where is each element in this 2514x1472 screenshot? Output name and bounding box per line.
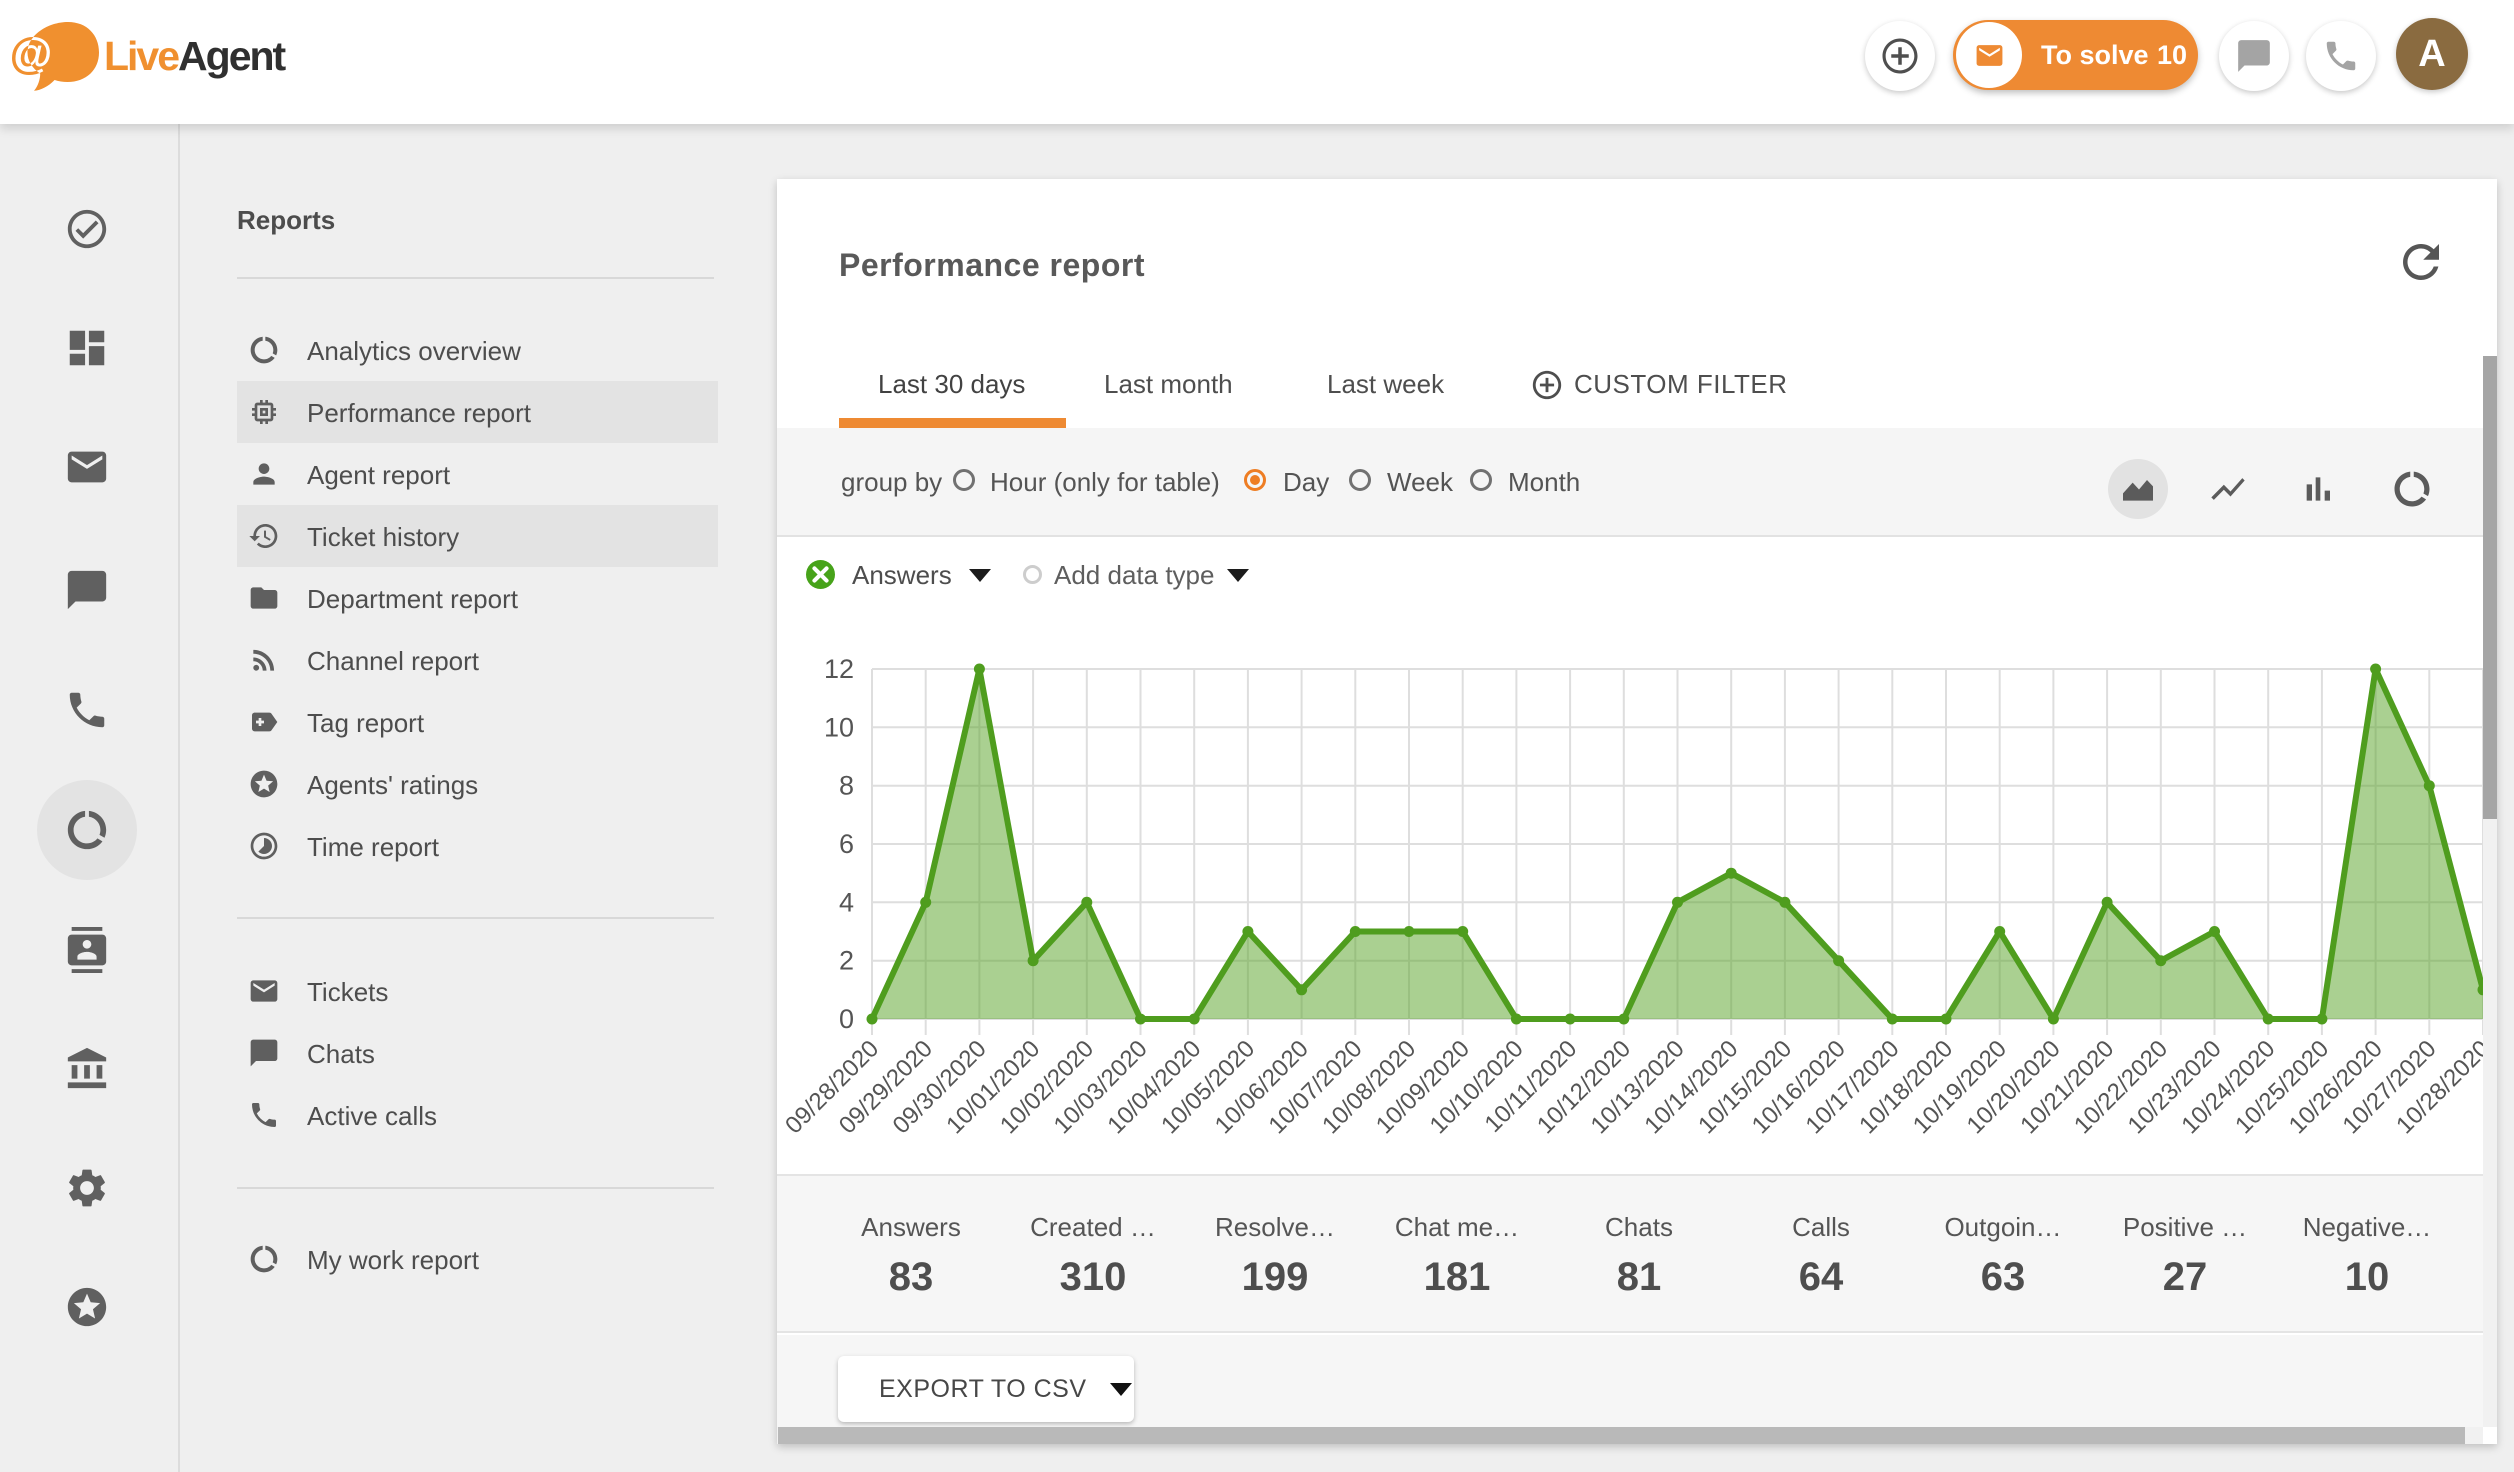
svg-text:2: 2 — [839, 946, 854, 976]
svg-text:10: 10 — [824, 712, 854, 742]
svg-text:6: 6 — [839, 829, 854, 859]
svg-text:@: @ — [10, 29, 52, 78]
svg-text:8: 8 — [839, 771, 854, 801]
svg-text:0: 0 — [839, 1004, 854, 1034]
svg-text:12: 12 — [824, 654, 854, 684]
svg-text:4: 4 — [839, 887, 854, 917]
